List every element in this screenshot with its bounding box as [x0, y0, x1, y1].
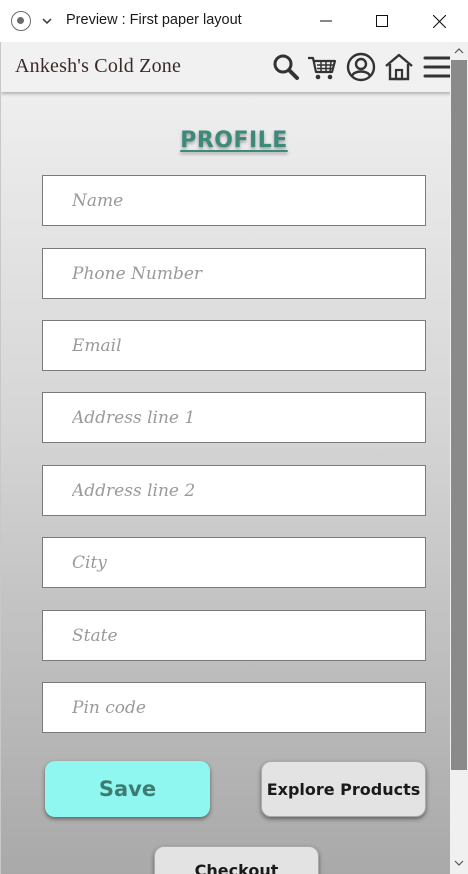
state-field[interactable]: [42, 610, 426, 661]
email-field[interactable]: [42, 320, 426, 371]
vertical-scrollbar[interactable]: [450, 42, 468, 874]
phone-field[interactable]: [42, 248, 426, 299]
top-navbar: Ankesh's Cold Zone: [1, 42, 450, 92]
scroll-down-arrow-icon[interactable]: [450, 854, 468, 872]
save-button[interactable]: Save: [45, 761, 210, 817]
home-icon[interactable]: [383, 51, 415, 83]
scrollbar-thumb[interactable]: [451, 60, 467, 770]
city-field[interactable]: [42, 537, 426, 588]
page-title: PROFILE: [180, 128, 288, 153]
account-icon[interactable]: [345, 51, 377, 83]
brand-logo-text[interactable]: Ankesh's Cold Zone: [15, 55, 181, 78]
close-button[interactable]: [416, 0, 462, 42]
hamburger-menu-icon[interactable]: [422, 51, 450, 83]
app-record-icon[interactable]: [11, 11, 31, 31]
search-icon[interactable]: [270, 51, 302, 83]
maximize-button[interactable]: [359, 0, 405, 42]
address-line1-field[interactable]: [42, 392, 426, 443]
chevron-down-icon[interactable]: [39, 11, 55, 31]
pincode-field[interactable]: [42, 682, 426, 733]
explore-products-button[interactable]: Explore Products: [261, 761, 426, 817]
minimize-button[interactable]: [303, 0, 349, 42]
address-line2-field[interactable]: [42, 465, 426, 516]
name-field[interactable]: [42, 175, 426, 226]
app-viewport: Ankesh's Cold Zone PROFILE Name Phone Nu…: [0, 42, 450, 874]
checkout-button[interactable]: Checkout: [154, 846, 319, 874]
window-title: Preview : First paper layout: [66, 12, 242, 28]
cart-icon[interactable]: [306, 51, 338, 83]
window-titlebar: Preview : First paper layout: [0, 0, 468, 42]
scroll-up-arrow-icon[interactable]: [450, 42, 468, 60]
